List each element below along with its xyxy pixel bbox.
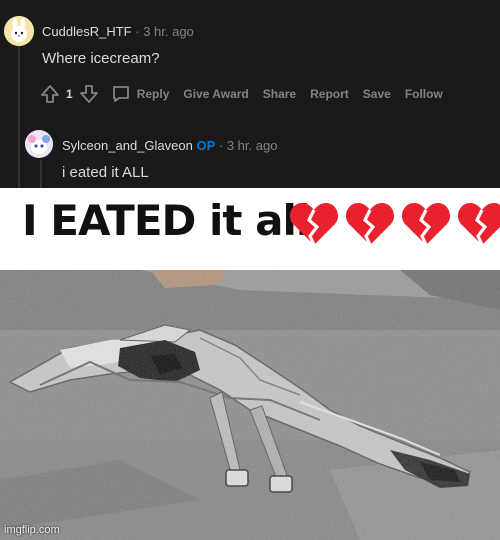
avatar[interactable]: [4, 16, 34, 46]
comment-meta: Sylceon_and_Glaveon OP · 3 hr. ago: [62, 138, 277, 153]
broken-heart-icon: [401, 203, 451, 246]
broken-heart-icon: [289, 203, 339, 246]
share-button[interactable]: Share: [263, 87, 296, 101]
deep-fried-photo-image: [0, 270, 500, 540]
reply-button[interactable]: Reply: [111, 84, 170, 104]
follow-button[interactable]: Follow: [405, 87, 443, 101]
comment-body: Where icecream?: [42, 50, 160, 67]
sylveon-avatar-icon: [25, 130, 53, 158]
give-award-button[interactable]: Give Award: [183, 87, 248, 101]
upvote-icon[interactable]: [40, 84, 60, 104]
downvote-icon[interactable]: [79, 84, 99, 104]
save-button[interactable]: Save: [363, 87, 391, 101]
imgflip-watermark: imgflip.com: [4, 524, 60, 536]
meme-caption: I EATED it all: [0, 188, 500, 270]
comment-body: i eated it ALL: [62, 164, 149, 181]
thread-line[interactable]: [40, 160, 42, 188]
thread-line[interactable]: [18, 44, 20, 188]
vote-controls: 1: [40, 84, 99, 104]
caption-text: I EATED it all: [22, 196, 310, 245]
broken-heart-icon: [345, 203, 395, 246]
separator: ·: [135, 24, 140, 39]
timestamp[interactable]: 3 hr. ago: [143, 24, 194, 39]
broken-heart-icon: [458, 203, 500, 246]
bunny-avatar-icon: [4, 16, 34, 46]
avatar[interactable]: [25, 130, 53, 158]
username[interactable]: CuddlesR_HTF: [42, 24, 132, 39]
username[interactable]: Sylceon_and_Glaveon: [62, 138, 193, 153]
separator: ·: [218, 138, 224, 153]
report-button[interactable]: Report: [310, 87, 349, 101]
timestamp[interactable]: 3 hr. ago: [227, 138, 278, 153]
comment-bubble-icon: [112, 86, 129, 102]
op-badge: OP: [196, 138, 216, 153]
comment-actions: 1 Reply Give Award Share Report Save Fol…: [40, 84, 457, 104]
reddit-comment-thread: CuddlesR_HTF · 3 hr. ago Where icecream?…: [0, 0, 500, 188]
comment-meta: CuddlesR_HTF · 3 hr. ago: [42, 24, 194, 39]
broken-hearts: [288, 198, 500, 250]
reply-label: Reply: [136, 87, 170, 101]
vote-count: 1: [66, 87, 73, 101]
meme-photo: imgflip.com: [0, 270, 500, 540]
